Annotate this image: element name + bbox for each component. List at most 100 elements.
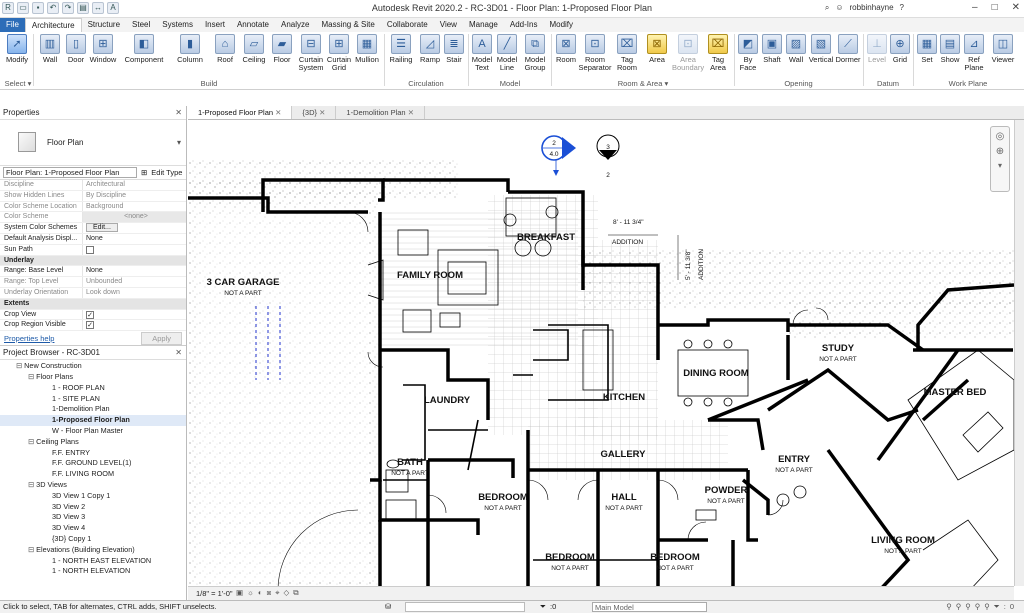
- room-tool[interactable]: ⊠ Room: [554, 34, 578, 64]
- curtain-system-tool[interactable]: ⊟ Curtain System: [297, 34, 325, 72]
- browser-item-floor-plan[interactable]: 1 - SITE PLAN: [0, 394, 186, 405]
- vertical-opening-tool[interactable]: ▧ Vertical: [808, 34, 834, 64]
- browser-group-new-construction[interactable]: ⊟ New Construction: [0, 361, 186, 372]
- room-label-hall[interactable]: HALL: [611, 492, 637, 503]
- property-value[interactable]: None: [83, 266, 186, 276]
- property-row[interactable]: Range: Base Level None: [0, 266, 186, 278]
- browser-item-3d-view[interactable]: {3D} Copy 1: [0, 534, 186, 545]
- door-tool[interactable]: ▯ Door: [64, 34, 88, 64]
- steering-wheel-icon[interactable]: ◎: [991, 131, 1009, 142]
- ref-plane-tool[interactable]: ⊿ Ref Plane: [962, 34, 986, 72]
- browser-item-ceiling-plan[interactable]: F.F. ENTRY: [0, 448, 186, 459]
- browser-item-ceiling-plan[interactable]: F.F. GROUND LEVEL(1): [0, 458, 186, 469]
- tab-massing-site[interactable]: Massing & Site: [315, 18, 380, 32]
- property-row[interactable]: Discipline Architectural: [0, 180, 186, 191]
- roof-tool[interactable]: ⌂ Roof: [213, 34, 237, 64]
- grid-tool[interactable]: ⊕ Grid: [889, 34, 911, 64]
- level-tool[interactable]: ⊥ Level: [866, 34, 888, 64]
- property-value[interactable]: ✓: [83, 310, 186, 320]
- model-line-tool[interactable]: ╱ Model Line: [495, 34, 519, 72]
- tab-add-ins[interactable]: Add-Ins: [504, 18, 544, 32]
- column-tool[interactable]: ▮ Column: [175, 34, 205, 64]
- edit-type-button[interactable]: Edit Type: [151, 168, 182, 177]
- tab-steel[interactable]: Steel: [126, 18, 156, 32]
- property-value[interactable]: Unbounded: [83, 277, 186, 287]
- checkbox[interactable]: ✓: [86, 321, 94, 330]
- tab-analyze[interactable]: Analyze: [275, 18, 315, 32]
- property-row[interactable]: System Color Schemes Edit...: [0, 223, 186, 234]
- panel-select[interactable]: Select ▾: [2, 79, 34, 88]
- wall-opening-tool[interactable]: ▨ Wall: [785, 34, 807, 64]
- property-value[interactable]: <none>: [83, 212, 186, 223]
- chevron-down-icon[interactable]: ▾: [991, 161, 1009, 170]
- shaft-tool[interactable]: ▣ Shaft: [760, 34, 784, 64]
- search-icon[interactable]: ⌕: [825, 3, 829, 13]
- room-label-bath[interactable]: BATH: [397, 457, 423, 468]
- collapse-icon[interactable]: ⊟: [28, 437, 36, 446]
- help-icon[interactable]: ?: [900, 3, 904, 13]
- model-group-tool[interactable]: ⧉ Model Group: [521, 34, 549, 72]
- close-tab-icon[interactable]: ✕: [273, 108, 281, 117]
- close-tab-icon[interactable]: ✕: [317, 108, 325, 117]
- property-row[interactable]: Default Analysis Displ... None: [0, 233, 186, 245]
- tab-file[interactable]: File: [0, 18, 25, 32]
- properties-help-link[interactable]: Properties help: [4, 334, 54, 343]
- property-value[interactable]: By Discipline: [83, 191, 186, 201]
- tab-manage[interactable]: Manage: [463, 18, 504, 32]
- zoom-icon[interactable]: ⊕: [991, 146, 1009, 157]
- set-tool[interactable]: ▦ Set: [916, 34, 938, 64]
- stair-tool[interactable]: ≣ Stair: [443, 34, 465, 64]
- property-row[interactable]: Range: Top Level Unbounded: [0, 277, 186, 288]
- property-value[interactable]: None: [83, 234, 186, 244]
- model-text-tool[interactable]: A Model Text: [470, 34, 494, 72]
- tab-view[interactable]: View: [434, 18, 463, 32]
- panel-room-area[interactable]: Room & Area ▾: [552, 79, 734, 88]
- close-tab-icon[interactable]: ✕: [406, 108, 414, 117]
- property-group-header[interactable]: Extents: [0, 298, 186, 310]
- show-tool[interactable]: ▤ Show: [939, 34, 961, 64]
- room-label-bedroom1[interactable]: BEDROOM: [478, 492, 528, 503]
- browser-group-floor-plans[interactable]: ⊟ Floor Plans: [0, 372, 186, 383]
- elevation-marker[interactable]: 3 2: [596, 134, 620, 179]
- property-row[interactable]: Color Scheme <none>: [0, 212, 186, 224]
- room-label-breakfast[interactable]: BREAKFAST: [517, 232, 575, 243]
- browser-item-ceiling-plan[interactable]: F.F. LIVING ROOM: [0, 469, 186, 480]
- property-row[interactable]: Color Scheme Location Background: [0, 201, 186, 213]
- maximize-icon[interactable]: □: [992, 2, 998, 13]
- minimize-icon[interactable]: –: [972, 2, 978, 13]
- worksharing-icon[interactable]: ⛁: [385, 601, 391, 613]
- tab-structure[interactable]: Structure: [82, 18, 126, 32]
- browser-item-elevation[interactable]: 1 - NORTH EAST ELEVATION: [0, 556, 186, 567]
- apply-button[interactable]: Apply: [141, 331, 182, 345]
- room-label-gallery[interactable]: GALLERY: [600, 449, 646, 460]
- mullion-tool[interactable]: ▦ Mullion: [353, 34, 381, 64]
- dormer-tool[interactable]: ⟋ Dormer: [835, 34, 861, 64]
- room-label-kitchen[interactable]: KITCHEN: [603, 392, 645, 403]
- collapse-icon[interactable]: ⊟: [28, 480, 36, 489]
- property-row[interactable]: Crop View ✓: [0, 309, 186, 321]
- close-icon[interactable]: ✕: [1012, 2, 1020, 13]
- design-option-selector[interactable]: Main Model: [592, 602, 707, 612]
- railing-tool[interactable]: ☰ Railing: [388, 34, 414, 64]
- area-tool[interactable]: ⊠ Area: [645, 34, 669, 64]
- section-marker[interactable]: 2 4.0: [541, 135, 576, 176]
- username[interactable]: robbinhayne: [850, 3, 894, 13]
- room-label-entry[interactable]: ENTRY: [778, 454, 811, 465]
- tag-area-tool[interactable]: ⌧ Tag Area: [706, 34, 730, 72]
- tab-collaborate[interactable]: Collaborate: [381, 18, 434, 32]
- checkbox[interactable]: ✓: [86, 310, 94, 319]
- browser-group-ceiling-plans[interactable]: ⊟ Ceiling Plans: [0, 437, 186, 448]
- navigation-bar[interactable]: ◎ ⊕ ▾: [990, 126, 1010, 192]
- tab-architecture[interactable]: Architecture: [24, 18, 82, 32]
- property-row[interactable]: Underlay Orientation Look down: [0, 287, 186, 299]
- browser-item-3d-view[interactable]: 3D View 3: [0, 512, 186, 523]
- type-selector[interactable]: Floor Plan ▾: [0, 120, 186, 166]
- property-value[interactable]: Background: [83, 202, 186, 212]
- area-boundary-tool[interactable]: ⊡ Area Boundary: [672, 34, 704, 72]
- room-label-powder[interactable]: POWDER: [705, 485, 748, 496]
- tag-room-tool[interactable]: ⌧ Tag Room: [615, 34, 639, 72]
- browser-item-floor-plan[interactable]: 1-Proposed Floor Plan: [0, 415, 186, 426]
- wall-tool[interactable]: ▥ Wall: [38, 34, 62, 64]
- window-tool[interactable]: ⊞ Window: [89, 34, 117, 64]
- property-value[interactable]: Edit...: [83, 223, 186, 233]
